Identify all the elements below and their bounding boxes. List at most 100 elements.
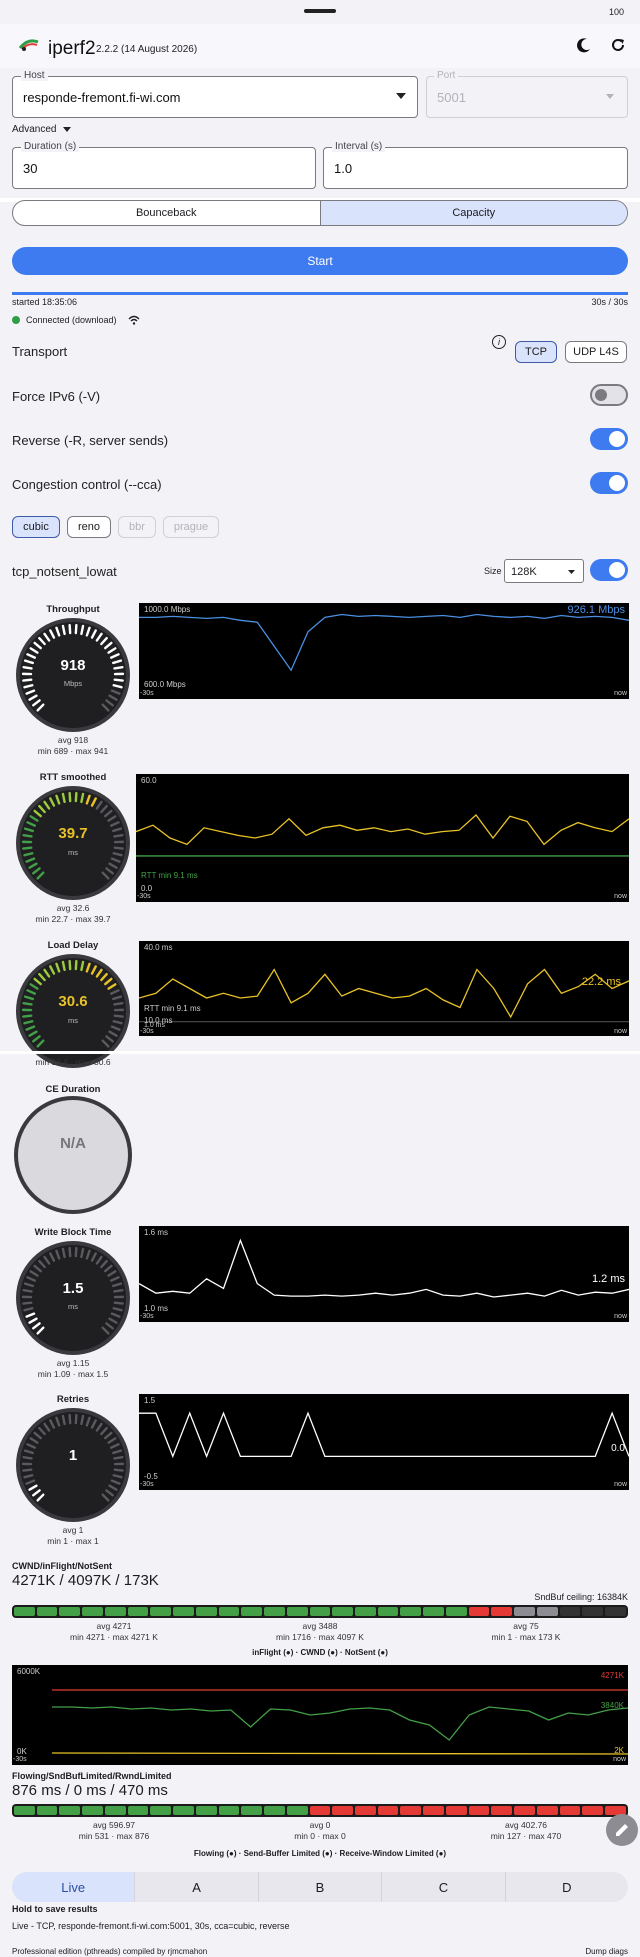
- throughput-avg: avg 918: [57, 735, 89, 745]
- retries-value: 1: [68, 1447, 78, 1464]
- dark-mode-icon[interactable]: [576, 37, 592, 53]
- tab-b[interactable]: B: [259, 1872, 383, 1902]
- summary-text: Live - TCP, responde-fremont.fi-wi.com:5…: [12, 1921, 290, 1931]
- rtt-chart-svg: [135, 814, 630, 857]
- cca-toggle[interactable]: [590, 472, 628, 494]
- write-block-avg: avg 1.15: [56, 1358, 90, 1368]
- connection-text: Connected (download): [26, 315, 117, 325]
- size-select[interactable]: 128K: [504, 559, 584, 583]
- ipv6-toggle[interactable]: [590, 384, 628, 406]
- transport-udp-l4s[interactable]: UDP L4S: [565, 341, 627, 363]
- cwnd-chart-label-inflight: 3840K: [600, 1701, 624, 1710]
- rtt-value: 39.7: [58, 825, 88, 842]
- flowing-bar-segment: [400, 1806, 422, 1815]
- cwnd-bar-segment: [400, 1607, 422, 1616]
- host-dropdown-icon[interactable]: [396, 93, 406, 99]
- advanced-chevron-icon: [63, 127, 72, 132]
- info-icon[interactable]: i: [492, 335, 506, 349]
- reverse-toggle[interactable]: [590, 428, 628, 450]
- mode-bounceback[interactable]: Bounceback: [13, 201, 320, 225]
- gauge-tick: [80, 624, 85, 636]
- cwnd-bar-segment: [150, 1607, 172, 1616]
- write-block-chart-svg: [138, 1238, 630, 1298]
- gauge-tick: [68, 1413, 72, 1425]
- write-block-value: 1.5: [62, 1280, 84, 1297]
- progress-track: [12, 292, 628, 295]
- cca-reno[interactable]: reno: [67, 516, 111, 538]
- cwnd-stat-avg-1: avg 3488: [302, 1621, 338, 1631]
- rtt-trace: [135, 814, 630, 846]
- throughput-value: 918: [60, 657, 86, 674]
- load-delay-chart-top: 40.0 ms: [144, 943, 173, 952]
- tab-c[interactable]: C: [382, 1872, 506, 1902]
- size-label: Size: [484, 566, 502, 576]
- cwnd-bar-segment: [195, 1607, 217, 1616]
- transport-tcp[interactable]: TCP: [515, 341, 557, 363]
- rtt-range: min 22.7 · max 39.7: [35, 914, 111, 924]
- throughput-trace: [139, 613, 630, 672]
- retries-chart-current: 0.0: [611, 1443, 625, 1454]
- cwnd-bar-segment: [82, 1607, 103, 1616]
- lowat-toggle[interactable]: [590, 559, 628, 581]
- gauge-tick: [74, 1246, 78, 1258]
- gauge-tick: [80, 960, 85, 972]
- result-tabs[interactable]: Live A B C D: [12, 1872, 628, 1902]
- tab-a[interactable]: A: [135, 1872, 259, 1902]
- edit-fab[interactable]: [606, 1814, 638, 1846]
- rtt-avg: avg 32.6: [56, 903, 90, 913]
- throughput-chart-end: now: [614, 690, 627, 697]
- cwnd-bar-segment: [332, 1607, 354, 1616]
- cwnd-values: 4271K / 4097K / 173K: [12, 1572, 159, 1589]
- load-delay-chart: 40.0 ms RTT min 9.1 ms 10.0 ms 1.0 ms 22…: [138, 941, 630, 1036]
- write-block-chart-start: -30s: [140, 1313, 154, 1320]
- hold-text: Hold to save results: [12, 1904, 98, 1914]
- flowing-bar-segment: [150, 1806, 172, 1815]
- cwnd-bar-segment: [173, 1607, 194, 1616]
- flowing-bar-segment: [218, 1806, 240, 1815]
- gauge-tick: [74, 791, 78, 803]
- notch-pill: [304, 9, 336, 13]
- retries-chart-start: -30s: [140, 1481, 154, 1488]
- tab-d[interactable]: D: [506, 1872, 628, 1902]
- dump-diags-link[interactable]: Dump diags: [585, 1947, 628, 1956]
- flowing-bar-segment: [377, 1806, 399, 1815]
- port-dropdown-icon: [606, 94, 614, 99]
- gauge-tick: [80, 1247, 85, 1259]
- rtt-chart-end: now: [614, 893, 627, 900]
- app-version: 2.2.2 (14 August 2026): [96, 44, 198, 55]
- size-value: 128K: [511, 566, 537, 578]
- lowat-label: tcp_notsent_lowat: [12, 564, 117, 579]
- flowing-bar-segment: [104, 1806, 126, 1815]
- cwnd-chart-label-cwnd: 4271K: [600, 1671, 624, 1680]
- flowing-bar-segment: [309, 1806, 331, 1815]
- advanced-toggle[interactable]: Advanced: [12, 124, 72, 135]
- load-delay-unit: ms: [68, 1016, 78, 1025]
- retries-chart-svg: [139, 1411, 630, 1459]
- gauge-tick: [74, 623, 78, 635]
- rtt-chart-start: -30s: [137, 893, 151, 900]
- gauge-tick: [61, 792, 66, 804]
- start-button[interactable]: Start: [12, 247, 628, 275]
- retries-chart-top: 1.5: [144, 1396, 156, 1405]
- gauge-face: [20, 1245, 126, 1351]
- retries-gauge: [16, 1408, 130, 1522]
- load-delay-range: min 13.6 · max 30.6: [35, 1057, 111, 1067]
- cwnd-bar-segment: [445, 1607, 467, 1616]
- mode-capacity[interactable]: Capacity: [319, 201, 627, 225]
- refresh-icon[interactable]: [610, 37, 626, 53]
- tab-live[interactable]: Live: [12, 1872, 136, 1902]
- flowing-bar-segment: [332, 1806, 354, 1815]
- flowing-bar-segment: [82, 1806, 103, 1815]
- duration-field[interactable]: [12, 147, 316, 189]
- cca-cubic[interactable]: cubic: [12, 516, 60, 538]
- write-block-chart-current: 1.2 ms: [591, 1273, 625, 1285]
- gauge-tick: [74, 959, 78, 971]
- rtt-gauge: [16, 786, 130, 900]
- rtt-unit: ms: [68, 848, 78, 857]
- mode-selector[interactable]: Bounceback Capacity: [12, 200, 628, 226]
- interval-field[interactable]: [323, 147, 628, 189]
- flowing-stat-range-0: min 531 · max 876: [78, 1831, 150, 1841]
- gauge-tick: [61, 1414, 66, 1426]
- flowing-title: Flowing/SndBufLimited/RwndLimited: [12, 1771, 172, 1781]
- ipv6-label: Force IPv6 (-V): [12, 389, 101, 404]
